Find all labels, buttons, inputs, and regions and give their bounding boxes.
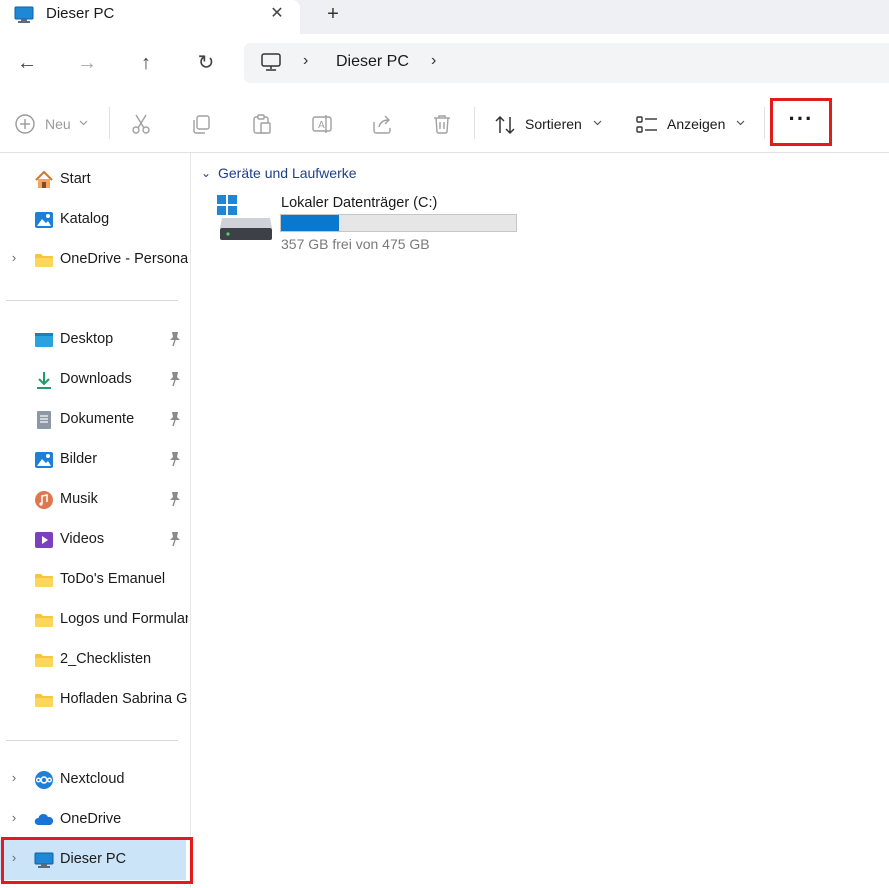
sidebar-item-musik[interactable]: Musik xyxy=(0,480,190,520)
toolbar-divider xyxy=(109,107,110,139)
up-button[interactable]: ↑ xyxy=(131,48,161,78)
sidebar-item-desktop[interactable]: Desktop xyxy=(0,320,190,360)
chevron-down-icon xyxy=(736,120,745,126)
view-button[interactable]: Anzeigen xyxy=(667,116,725,132)
tab-dieser-pc[interactable]: Dieser PC ✕ xyxy=(0,0,300,34)
chevron-down-icon xyxy=(593,120,602,126)
more-options-button[interactable]: ··· xyxy=(770,98,832,146)
tab-strip: Dieser PC ✕ + xyxy=(0,0,889,34)
breadcrumb[interactable]: Dieser PC xyxy=(336,53,409,71)
forward-button[interactable]: → xyxy=(72,48,102,78)
pc-icon xyxy=(14,6,34,23)
sidebar-item-onedrive-personal[interactable]: › OneDrive - Personal xyxy=(0,240,190,280)
new-tab-button[interactable]: + xyxy=(322,3,344,25)
folder-icon xyxy=(35,654,53,667)
toolbar-divider xyxy=(764,107,765,139)
delete-icon[interactable] xyxy=(430,112,454,136)
sidebar-item-label: 2_Checklisten xyxy=(60,651,152,667)
tab-title: Dieser PC xyxy=(46,5,115,22)
pin-icon[interactable] xyxy=(168,331,182,347)
pin-icon[interactable] xyxy=(168,491,182,507)
drive-free-space: 357 GB frei von 475 GB xyxy=(281,236,430,252)
chevron-right-icon[interactable]: › xyxy=(8,250,20,265)
sidebar-item-label: Logos und Formulare xyxy=(60,611,188,627)
sidebar-divider xyxy=(6,740,178,741)
sidebar-item-videos[interactable]: Videos xyxy=(0,520,190,560)
sidebar-item-nextcloud[interactable]: › Nextcloud xyxy=(0,760,190,800)
drive-name: Lokaler Datenträger (C:) xyxy=(281,195,438,211)
paste-icon[interactable] xyxy=(250,112,274,136)
drive-icon xyxy=(217,195,272,240)
chevron-right-icon[interactable]: › xyxy=(431,52,436,70)
pictures-icon xyxy=(35,452,53,468)
desktop-icon xyxy=(35,333,53,347)
sidebar-item-logos-und-formulare[interactable]: Logos und Formulare xyxy=(0,600,190,640)
sidebar-item-katalog[interactable]: Katalog xyxy=(0,200,190,240)
drive-item-c[interactable]: Lokaler Datenträger (C:) 357 GB frei von… xyxy=(212,190,522,254)
sidebar-item-start[interactable]: Start xyxy=(0,160,190,200)
pin-icon[interactable] xyxy=(168,531,182,547)
folder-icon xyxy=(35,614,53,627)
folder-icon xyxy=(35,574,53,587)
new-button[interactable]: Neu xyxy=(45,116,71,132)
video-icon xyxy=(35,532,53,548)
selection-highlight xyxy=(1,837,193,884)
plus-circle-icon[interactable] xyxy=(13,112,37,136)
sidebar-item-label: Hofladen Sabrina G xyxy=(60,691,188,707)
sidebar-item-downloads[interactable]: Downloads xyxy=(0,360,190,400)
svg-text:A: A xyxy=(318,120,325,131)
back-button[interactable]: ← xyxy=(12,48,42,78)
sidebar-item-label: Katalog xyxy=(60,211,110,227)
sidebar-item-label: Nextcloud xyxy=(60,771,125,787)
more-icon: ··· xyxy=(788,106,814,131)
pin-icon[interactable] xyxy=(168,451,182,467)
folder-icon xyxy=(35,694,53,707)
sidebar-item-hofladen[interactable]: Hofladen Sabrina G xyxy=(0,680,190,720)
sidebar-item-onedrive[interactable]: › OneDrive xyxy=(0,800,190,840)
cut-icon[interactable] xyxy=(129,112,153,136)
music-icon xyxy=(35,491,53,509)
nextcloud-icon xyxy=(35,771,53,789)
refresh-button[interactable]: ↻ xyxy=(191,48,221,78)
folder-icon xyxy=(35,254,53,267)
home-icon xyxy=(35,170,53,188)
chevron-down-icon[interactable]: ⌄ xyxy=(201,166,211,180)
copy-icon[interactable] xyxy=(189,112,213,136)
pin-icon[interactable] xyxy=(168,411,182,427)
chevron-right-icon[interactable]: › xyxy=(8,810,20,825)
group-header[interactable]: Geräte und Laufwerke xyxy=(218,165,357,181)
gallery-icon xyxy=(35,212,53,228)
close-icon[interactable]: ✕ xyxy=(266,3,288,25)
rename-icon[interactable]: A xyxy=(310,112,334,136)
drive-usage-fill xyxy=(281,215,340,231)
share-icon[interactable] xyxy=(370,112,394,136)
sort-icon[interactable] xyxy=(493,113,517,137)
sidebar-item-label: OneDrive - Personal xyxy=(60,251,188,267)
sidebar-divider xyxy=(6,300,178,301)
sidebar-item-dokumente[interactable]: Dokumente xyxy=(0,400,190,440)
sidebar-item-bilder[interactable]: Bilder xyxy=(0,440,190,480)
document-icon xyxy=(37,411,51,429)
sidebar-item-checklisten[interactable]: 2_Checklisten xyxy=(0,640,190,680)
sidebar-item-todos-emanuel[interactable]: ToDo's Emanuel xyxy=(0,560,190,600)
view-icon[interactable] xyxy=(635,113,659,137)
pin-icon[interactable] xyxy=(168,371,182,387)
toolbar-divider xyxy=(474,107,475,139)
download-icon xyxy=(37,372,51,389)
chevron-down-icon xyxy=(79,120,88,126)
chevron-right-icon[interactable]: › xyxy=(303,52,308,70)
drive-usage-bar xyxy=(280,214,517,232)
sidebar-item-label: Start xyxy=(60,171,91,187)
sort-button[interactable]: Sortieren xyxy=(525,116,582,132)
chevron-right-icon[interactable]: › xyxy=(8,770,20,785)
sidebar-item-label: OneDrive xyxy=(60,811,122,827)
pc-icon[interactable] xyxy=(260,52,282,72)
sidebar-item-label: ToDo's Emanuel xyxy=(60,571,166,587)
onedrive-icon xyxy=(34,813,54,825)
